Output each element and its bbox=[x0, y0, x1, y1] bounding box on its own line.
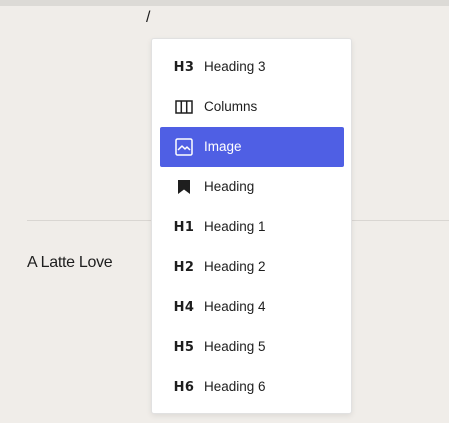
bookmark-icon bbox=[172, 175, 196, 199]
heading-3-icon: H3 bbox=[173, 59, 195, 75]
inserter-item-label: Heading 6 bbox=[204, 379, 266, 394]
block-inserter-popover: H3 Heading 3 Columns Image Heading H1 He… bbox=[151, 38, 352, 414]
inserter-item-heading-3[interactable]: H3 Heading 3 bbox=[160, 47, 344, 87]
inserter-item-label: Columns bbox=[204, 99, 258, 114]
columns-icon bbox=[172, 95, 196, 119]
inserter-item-heading-2[interactable]: H2 Heading 2 bbox=[160, 247, 344, 287]
inserter-item-label: Heading 4 bbox=[204, 299, 266, 314]
inserter-item-label: Heading bbox=[204, 179, 255, 194]
slash-command-text[interactable]: / bbox=[146, 9, 150, 27]
inserter-item-heading-5[interactable]: H5 Heading 5 bbox=[160, 327, 344, 367]
inserter-item-heading[interactable]: Heading bbox=[160, 167, 344, 207]
inserter-item-heading-1[interactable]: H1 Heading 1 bbox=[160, 207, 344, 247]
heading-5-icon: H5 bbox=[173, 339, 195, 355]
paragraph-block[interactable]: A Latte Love bbox=[27, 253, 113, 273]
inserter-item-label: Image bbox=[204, 139, 242, 154]
inserter-item-label: Heading 3 bbox=[204, 59, 266, 74]
inserter-item-image[interactable]: Image bbox=[160, 127, 344, 167]
inserter-item-columns[interactable]: Columns bbox=[160, 87, 344, 127]
image-icon bbox=[172, 135, 196, 159]
heading-2-icon: H2 bbox=[173, 259, 195, 275]
inserter-item-label: Heading 2 bbox=[204, 259, 266, 274]
inserter-item-heading-4[interactable]: H4 Heading 4 bbox=[160, 287, 344, 327]
inserter-item-label: Heading 5 bbox=[204, 339, 266, 354]
heading-6-icon: H6 bbox=[173, 379, 195, 395]
inserter-item-label: Heading 1 bbox=[204, 219, 266, 234]
top-toolbar-edge bbox=[0, 0, 449, 6]
heading-1-icon: H1 bbox=[173, 219, 195, 235]
heading-4-icon: H4 bbox=[173, 299, 195, 315]
inserter-item-heading-6[interactable]: H6 Heading 6 bbox=[160, 367, 344, 407]
